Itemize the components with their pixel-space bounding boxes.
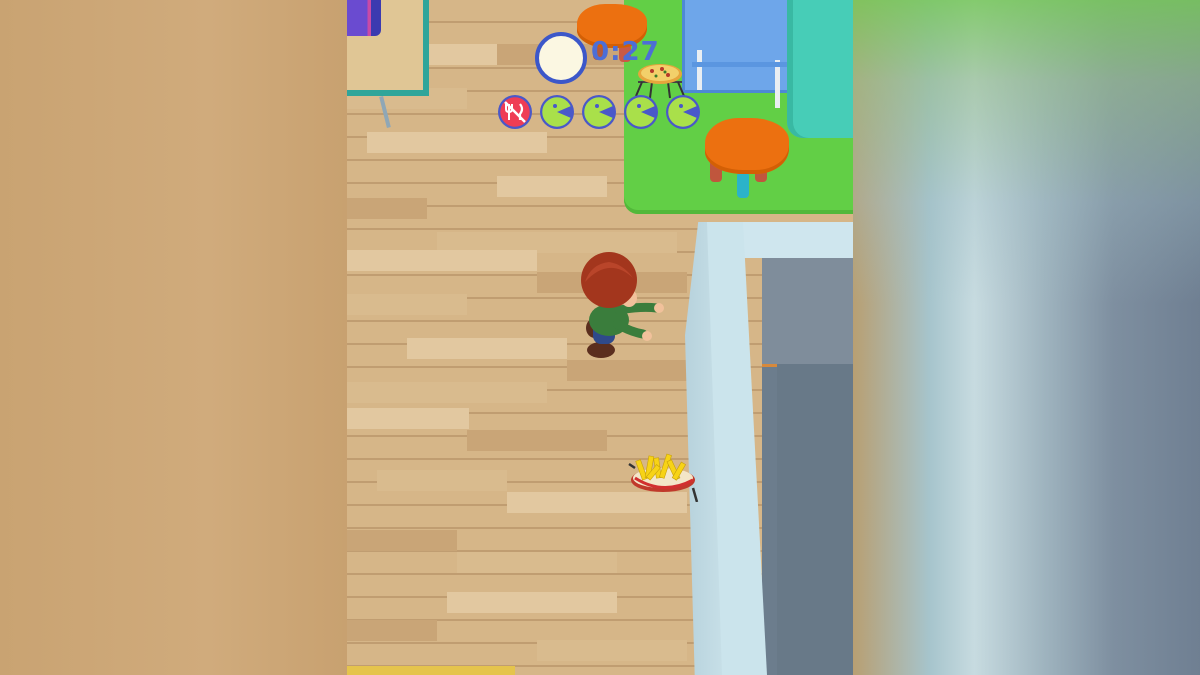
table-rail [692,62,792,67]
pacman-icon [624,95,658,129]
timer-text: 0:27 [591,37,660,67]
room-side-wall [777,364,853,675]
timer-clock-icon [535,32,587,84]
french-fries-basket[interactable] [627,450,699,502]
blurred-backdrop-left [0,0,347,675]
table-leg [775,60,780,108]
blurred-backdrop-right [853,0,1200,675]
pacman-icon [582,95,616,129]
room-back-wall [762,258,853,367]
game-viewport[interactable]: 0:27 [347,0,853,675]
table-leg [697,50,702,90]
teal-sofa [787,0,853,138]
pacman-icon [666,95,700,129]
boy-character[interactable] [571,250,667,368]
bottom-progress-bar [347,666,515,675]
bookshelf [347,0,429,96]
crossed-fork-knife-icon [498,95,532,129]
pacman-icon [540,95,574,129]
books [347,0,381,36]
orange-stool [705,118,789,174]
